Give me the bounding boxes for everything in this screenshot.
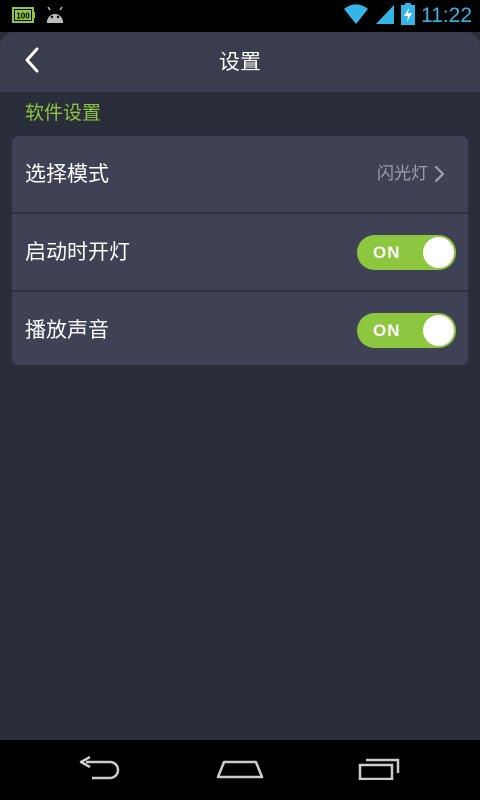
toggle-state-text: ON: [373, 243, 401, 262]
setting-row-mode[interactable]: 选择模式 闪光灯: [12, 136, 468, 212]
status-time: 11:22: [421, 4, 472, 27]
toggle-play-sound[interactable]: ON: [357, 313, 456, 348]
navigation-bar: [0, 740, 480, 800]
toggle-knob: [423, 315, 454, 346]
back-icon: [78, 755, 122, 784]
battery-badge-text: 100: [16, 12, 30, 21]
android-icon: [44, 6, 66, 28]
nav-home-button[interactable]: [180, 740, 300, 800]
setting-value-mode: 闪光灯: [377, 164, 428, 184]
status-bar: 100 11:22: [0, 0, 480, 32]
nav-recent-apps-button[interactable]: [320, 740, 440, 800]
home-icon: [216, 756, 264, 784]
page-title: 设置: [219, 50, 261, 74]
recent-apps-icon: [358, 756, 402, 784]
section-title: 软件设置: [25, 102, 102, 124]
top-bar: 设置: [0, 32, 480, 92]
signal-icon: [375, 3, 395, 29]
battery-charging-icon: [401, 3, 415, 29]
status-bar-notifications: 100: [12, 6, 66, 28]
toggle-knob: [423, 237, 454, 268]
battery-full-icon: 100: [12, 6, 36, 28]
setting-label-mode: 选择模式: [25, 162, 109, 186]
status-bar-system: 11:22: [343, 2, 472, 30]
setting-row-play-sound: 播放声音 ON: [12, 292, 468, 365]
toggle-light-on-start[interactable]: ON: [357, 235, 456, 270]
chevron-right-icon: [434, 165, 446, 183]
setting-label-light-on-start: 启动时开灯: [25, 240, 130, 264]
setting-label-play-sound: 播放声音: [25, 318, 109, 342]
wifi-icon: [343, 3, 369, 29]
settings-list: 选择模式 闪光灯 启动时开灯 ON 播放声音 ON: [12, 136, 468, 365]
toggle-state-text: ON: [373, 321, 401, 340]
settings-screen: 设置 软件设置 选择模式 闪光灯 启动时开灯 ON 播放声音 ON: [0, 32, 480, 740]
nav-back-button[interactable]: [40, 740, 160, 800]
setting-row-light-on-start: 启动时开灯 ON: [12, 214, 468, 290]
